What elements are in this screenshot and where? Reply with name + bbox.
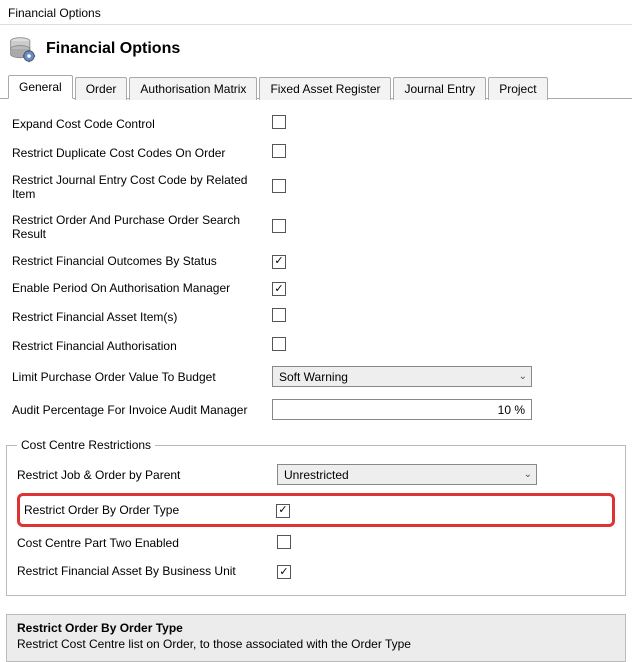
header: Financial Options: [0, 25, 632, 71]
option-row: Expand Cost Code Control: [12, 109, 620, 138]
option-row: Enable Period On Authorisation Manager: [12, 275, 620, 303]
select-value: Soft Warning: [279, 370, 348, 384]
option-row: Restrict Order By Order Type: [24, 500, 608, 520]
option-row: Restrict Order And Purchase Order Search…: [12, 207, 620, 247]
checkbox-enable-period[interactable]: [272, 282, 286, 296]
option-label: Expand Cost Code Control: [12, 117, 272, 131]
option-row: Audit Percentage For Invoice Audit Manag…: [12, 393, 620, 426]
audit-percentage-input[interactable]: 10 %: [272, 399, 532, 420]
option-label: Restrict Financial Outcomes By Status: [12, 254, 272, 268]
option-row: Restrict Financial Asset By Business Uni…: [17, 558, 615, 586]
checkbox-restrict-journal-entry[interactable]: [272, 179, 286, 193]
option-label: Limit Purchase Order Value To Budget: [12, 370, 272, 384]
checkbox-cc-part-two[interactable]: [277, 535, 291, 549]
option-label: Cost Centre Part Two Enabled: [17, 536, 277, 550]
help-panel: Restrict Order By Order Type Restrict Co…: [6, 614, 626, 662]
option-row: Cost Centre Part Two Enabled: [17, 529, 615, 558]
checkbox-restrict-po-search[interactable]: [272, 219, 286, 233]
checkbox-restrict-duplicate-codes[interactable]: [272, 144, 286, 158]
option-label: Enable Period On Authorisation Manager: [12, 281, 272, 295]
option-label: Restrict Journal Entry Cost Code by Rela…: [12, 173, 272, 201]
tab-journal-entry[interactable]: Journal Entry: [393, 77, 486, 100]
option-label: Restrict Financial Authorisation: [12, 339, 272, 353]
tab-panel-general: Expand Cost Code Control Restrict Duplic…: [0, 99, 632, 432]
option-label: Restrict Financial Asset Item(s): [12, 310, 272, 324]
chevron-down-icon: ⌄: [519, 371, 527, 382]
option-label: Restrict Job & Order by Parent: [17, 468, 277, 482]
help-description: Restrict Cost Centre list on Order, to t…: [17, 637, 615, 651]
page-title: Financial Options: [46, 40, 180, 58]
tab-project[interactable]: Project: [488, 77, 547, 100]
option-row: Limit Purchase Order Value To Budget Sof…: [12, 360, 620, 393]
option-label: Restrict Order By Order Type: [24, 503, 276, 517]
tab-order[interactable]: Order: [75, 77, 128, 100]
chevron-down-icon: ⌄: [524, 469, 532, 480]
option-row: Restrict Job & Order by Parent Unrestric…: [17, 458, 615, 491]
limit-po-select[interactable]: Soft Warning ⌄: [272, 366, 532, 387]
tab-authorisation-matrix[interactable]: Authorisation Matrix: [129, 77, 257, 100]
option-label: Restrict Financial Asset By Business Uni…: [17, 564, 277, 578]
checkbox-restrict-fin-auth[interactable]: [272, 337, 286, 351]
help-title: Restrict Order By Order Type: [17, 621, 615, 635]
database-gear-icon: [8, 35, 36, 63]
checkbox-restrict-asset-bu[interactable]: [277, 565, 291, 579]
option-label: Restrict Duplicate Cost Codes On Order: [12, 146, 272, 160]
input-value: 10 %: [498, 403, 525, 417]
option-row: Restrict Duplicate Cost Codes On Order: [12, 138, 620, 167]
select-value: Unrestricted: [284, 468, 349, 482]
checkbox-restrict-asset-items[interactable]: [272, 308, 286, 322]
checkbox-restrict-status[interactable]: [272, 255, 286, 269]
tab-fixed-asset-register[interactable]: Fixed Asset Register: [259, 77, 391, 100]
option-row: Restrict Financial Authorisation: [12, 331, 620, 360]
restrict-job-order-select[interactable]: Unrestricted ⌄: [277, 464, 537, 485]
option-row: Restrict Financial Asset Item(s): [12, 302, 620, 331]
group-legend: Cost Centre Restrictions: [17, 438, 155, 452]
option-row: Restrict Journal Entry Cost Code by Rela…: [12, 167, 620, 207]
checkbox-restrict-order-type[interactable]: [276, 504, 290, 518]
option-label: Audit Percentage For Invoice Audit Manag…: [12, 403, 272, 417]
highlighted-option: Restrict Order By Order Type: [17, 493, 615, 527]
tab-strip: General Order Authorisation Matrix Fixed…: [0, 75, 632, 99]
option-row: Restrict Financial Outcomes By Status: [12, 247, 620, 275]
cost-centre-restrictions-group: Cost Centre Restrictions Restrict Job & …: [6, 438, 626, 596]
window-title: Financial Options: [0, 0, 632, 25]
option-label: Restrict Order And Purchase Order Search…: [12, 213, 272, 241]
checkbox-expand-cost-code[interactable]: [272, 115, 286, 129]
tab-general[interactable]: General: [8, 75, 73, 99]
